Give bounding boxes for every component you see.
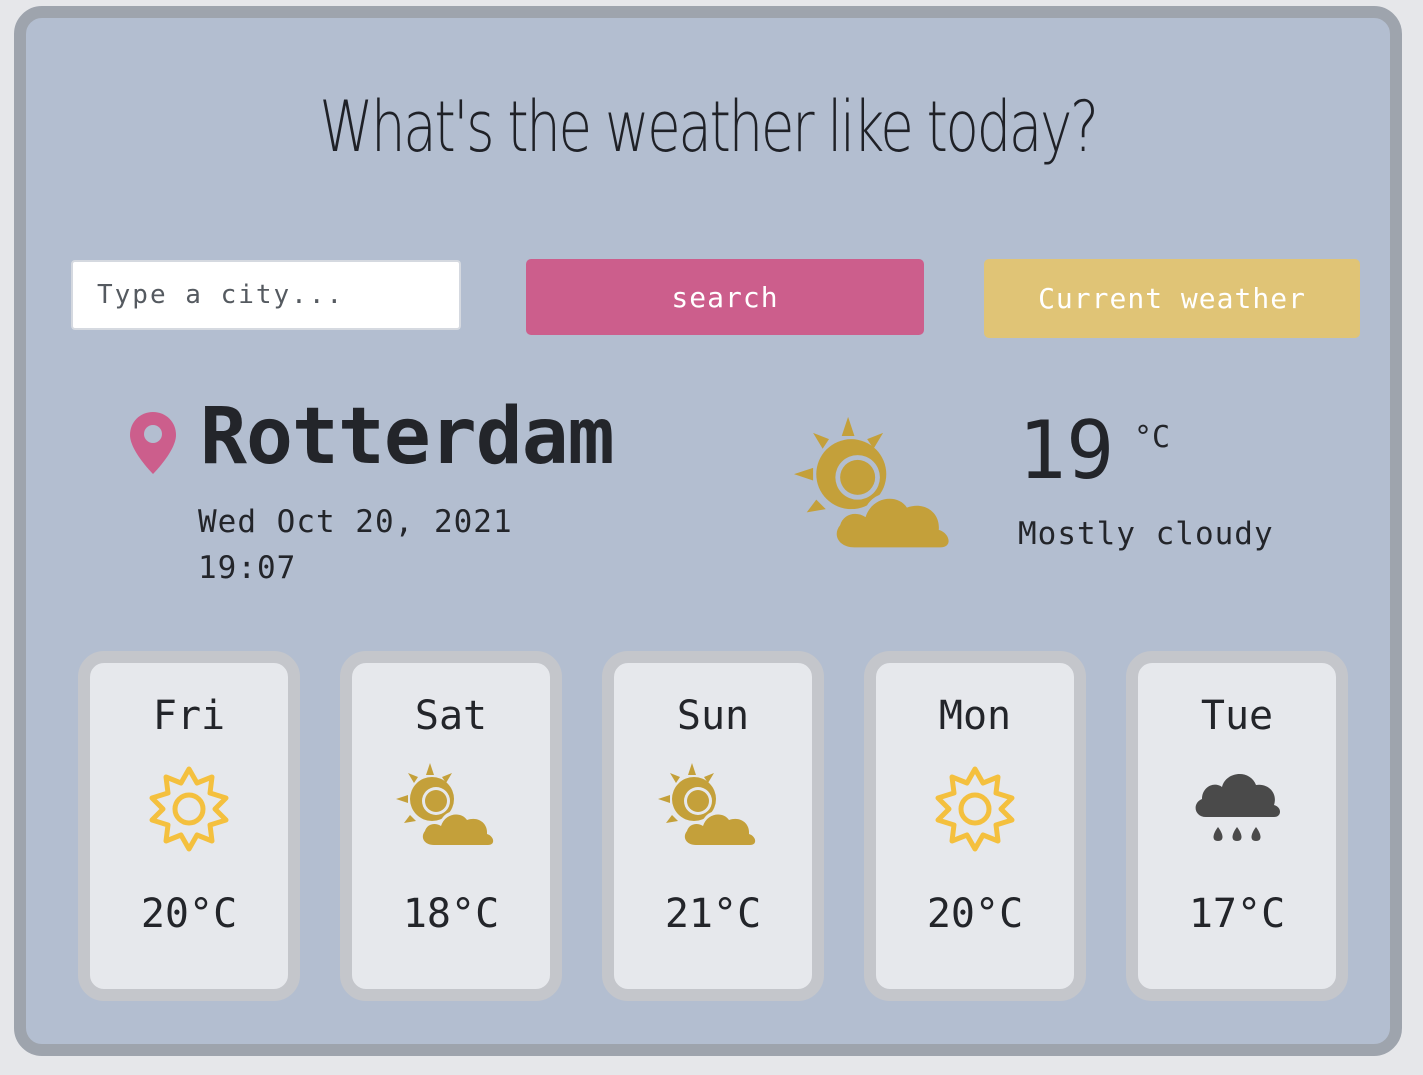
forecast-card: Tue 17°C bbox=[1126, 651, 1348, 1001]
forecast-card: Fri 20°C bbox=[78, 651, 300, 1001]
city-name: Rotterdam bbox=[200, 392, 615, 482]
forecast-card: Sun 21°C bbox=[602, 651, 824, 1001]
forecast-card: Mon 20°C bbox=[864, 651, 1086, 1001]
rain-cloud-icon bbox=[1195, 773, 1280, 841]
temperature-unit: °C bbox=[1134, 420, 1171, 455]
sun-icon bbox=[149, 766, 229, 852]
city-search-input[interactable] bbox=[71, 260, 461, 330]
forecast-day: Fri bbox=[152, 693, 226, 739]
search-button[interactable]: search bbox=[526, 259, 924, 335]
forecast-temperature: 18°C bbox=[402, 891, 500, 937]
page-title: What's the weather like today? bbox=[319, 86, 1099, 168]
forecast-day: Sun bbox=[676, 693, 750, 739]
current-time: 19:07 bbox=[198, 550, 297, 586]
weather-description: Mostly cloudy bbox=[1018, 516, 1274, 552]
sun-behind-cloud-icon bbox=[794, 416, 955, 551]
forecast-temperature: 21°C bbox=[664, 891, 762, 937]
current-date: Wed Oct 20, 2021 bbox=[198, 504, 513, 540]
sun-behind-cloud-icon bbox=[396, 763, 497, 847]
forecast-card: Sat 18°C bbox=[340, 651, 562, 1001]
forecast-temperature: 20°C bbox=[140, 891, 238, 937]
sun-icon bbox=[935, 766, 1015, 852]
current-weather-button[interactable]: Current weather bbox=[984, 259, 1360, 338]
forecast-temperature: 17°C bbox=[1188, 891, 1286, 937]
forecast-day: Sat bbox=[414, 693, 488, 739]
forecast-day: Mon bbox=[938, 693, 1012, 739]
location-pin-icon bbox=[130, 412, 176, 474]
sun-behind-cloud-icon bbox=[658, 763, 759, 847]
weather-app-panel: What's the weather like today? search Cu… bbox=[14, 6, 1402, 1056]
forecast-temperature: 20°C bbox=[926, 891, 1024, 937]
forecast-day: Tue bbox=[1200, 693, 1274, 739]
current-temperature: 19 bbox=[1018, 404, 1115, 497]
